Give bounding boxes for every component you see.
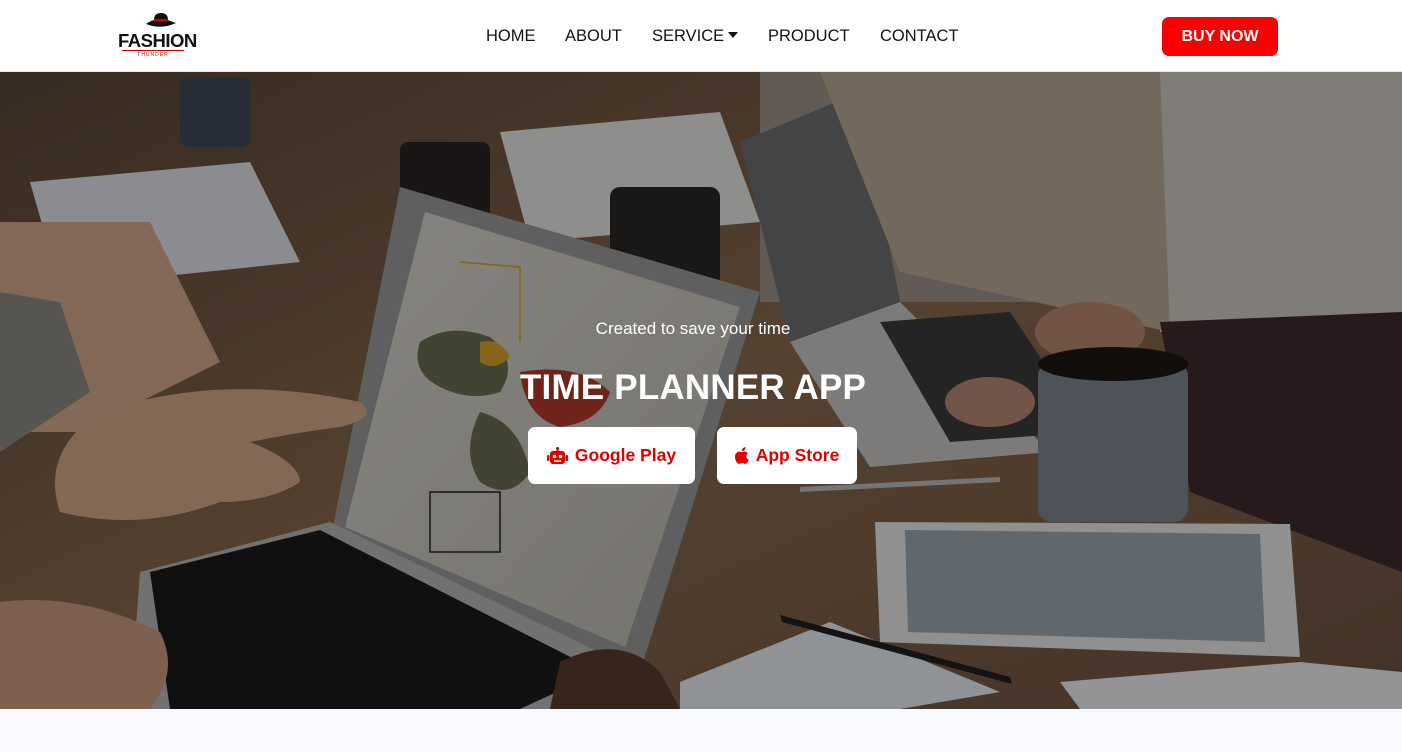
nav-contact[interactable]: CONTACT [880,27,959,46]
robot-icon [546,446,568,464]
brand-tagline: THUNDER [122,50,184,58]
app-store-button[interactable]: App Store [717,427,857,484]
nav-service-label: SERVICE [652,27,725,45]
caret-down-icon [728,31,739,38]
apple-icon [734,447,749,464]
brand-name: FASHION [118,30,197,51]
nav-home[interactable]: HOME [486,27,536,46]
app-store-label: App Store [755,445,840,465]
hat-icon [146,13,176,27]
buy-now-button[interactable]: BUY NOW [1162,17,1278,56]
google-play-label: Google Play [574,445,677,465]
nav-about[interactable]: ABOUT [565,27,622,46]
nav-product[interactable]: PRODUCT [768,27,850,46]
brand-logo[interactable]: FASHION THUNDER [116,12,197,58]
nav-service[interactable]: SERVICE [652,27,739,46]
next-section [0,709,1402,752]
hero-section: Created to save your time TIME PLANNER A… [0,72,1402,709]
hero-subtitle: Created to save your time [595,319,791,338]
hero-title: TIME PLANNER APP [519,368,867,407]
site-header: FASHION THUNDER HOME ABOUT SERVICE PRODU… [0,0,1402,72]
google-play-button[interactable]: Google Play [528,427,695,484]
